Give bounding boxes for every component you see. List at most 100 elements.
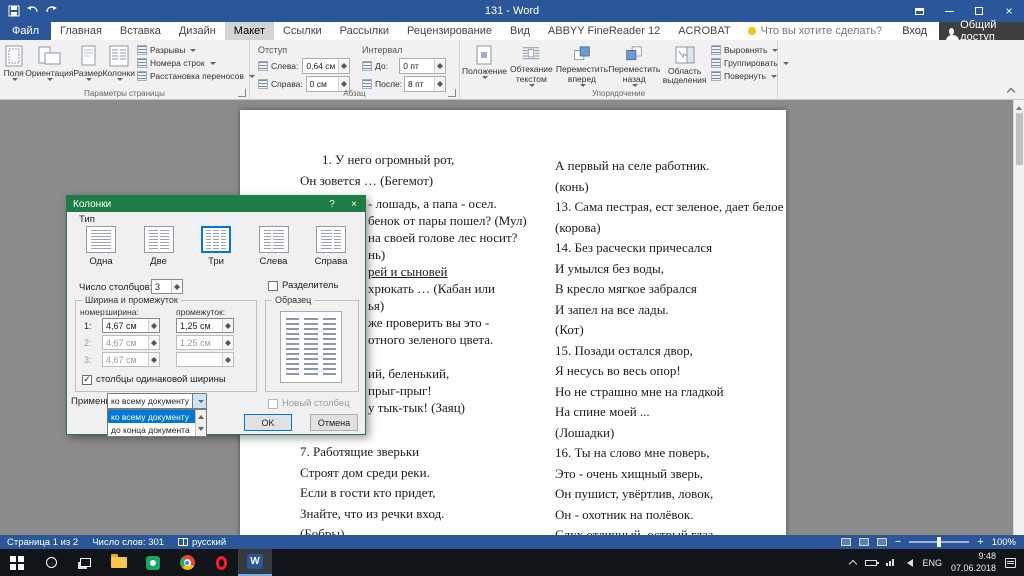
task-view-button[interactable] — [68, 549, 102, 576]
stepper-icon[interactable] — [148, 319, 159, 332]
web-layout-icon[interactable] — [877, 538, 887, 546]
document-text-line: (Бобры) — [300, 524, 500, 535]
undo-icon[interactable] — [26, 5, 39, 17]
zoom-slider[interactable] — [909, 541, 969, 543]
stepper-icon[interactable] — [338, 59, 349, 73]
start-button[interactable] — [0, 549, 34, 576]
tab-design[interactable]: Дизайн — [170, 22, 225, 40]
combobox-arrow-button[interactable] — [192, 394, 206, 408]
document-text-line: бенок от пары пошел? (Мул) — [368, 212, 500, 229]
margins-button[interactable]: Поля — [2, 43, 25, 87]
stepper-icon[interactable] — [171, 280, 182, 293]
position-button[interactable]: Положение — [462, 43, 507, 87]
size-button[interactable]: Размер — [73, 43, 102, 87]
document-column-right: А первый на селе работник.(конь)13. Сама… — [555, 156, 786, 535]
read-mode-icon[interactable] — [841, 538, 851, 546]
type-option-left[interactable]: Слева — [250, 226, 298, 267]
columns-button[interactable]: Колонки — [103, 43, 135, 87]
breaks-button[interactable]: Разрывы — [137, 45, 245, 55]
clock[interactable]: 9:4807.06.2018 — [951, 551, 996, 574]
app-button-green[interactable] — [136, 549, 170, 576]
indent-left-input[interactable]: 0,64 см — [302, 58, 350, 74]
tab-file[interactable]: Файл — [0, 22, 51, 40]
group-button[interactable]: Группировать — [711, 58, 773, 68]
tab-references[interactable]: Ссылки — [274, 22, 331, 40]
tab-view[interactable]: Вид — [501, 22, 539, 40]
selection-pane-button[interactable]: Область выделения — [660, 43, 709, 87]
type-option-three[interactable]: Три — [192, 226, 240, 267]
right-narrow-icon — [316, 226, 346, 253]
scroll-up-icon[interactable] — [1016, 103, 1022, 110]
send-backward-button[interactable]: Переместить назад — [608, 43, 660, 87]
dropdown-option-to-end[interactable]: до конца документа — [108, 423, 195, 436]
proofing-status[interactable]: русский — [171, 537, 233, 548]
dialog-close-button[interactable]: × — [343, 196, 365, 212]
ok-button[interactable]: OK — [244, 414, 292, 431]
equal-width-checkbox[interactable]: ✓столбцы одинаковой ширины — [82, 374, 226, 385]
zoom-out-button[interactable]: − — [895, 537, 901, 548]
zoom-slider-handle[interactable] — [937, 537, 941, 547]
tab-abbyy[interactable]: ABBYY FineReader 12 — [539, 22, 669, 40]
cortana-search-button[interactable] — [34, 549, 68, 576]
tab-home[interactable]: Главная — [51, 22, 111, 40]
type-option-one[interactable]: Одна — [77, 226, 125, 267]
tab-review[interactable]: Рецензирование — [398, 22, 501, 40]
network-icon[interactable] — [886, 559, 894, 566]
sign-in-button[interactable]: Вход — [890, 22, 939, 40]
zoom-in-button[interactable]: + — [977, 537, 983, 548]
scroll-down-icon[interactable] — [198, 427, 204, 434]
group-label-paragraph: Абзац — [250, 89, 459, 98]
type-option-right[interactable]: Справа — [307, 226, 355, 267]
battery-icon[interactable] — [865, 560, 877, 566]
stepper-icon[interactable] — [222, 319, 233, 332]
share-button[interactable]: Общий доступ — [939, 22, 1024, 40]
dialog-launcher-icon[interactable] — [448, 89, 456, 97]
wrap-text-button[interactable]: Обтекание текстом — [507, 43, 556, 87]
bring-forward-button[interactable]: Переместить вперед — [556, 43, 608, 87]
scrollbar-thumb[interactable] — [1016, 113, 1023, 165]
dialog-help-button[interactable]: ? — [321, 196, 343, 212]
row1-gap-input[interactable]: 1,25 см — [176, 318, 234, 333]
spacing-before-input[interactable]: 0 пт — [399, 58, 446, 74]
tab-insert[interactable]: Вставка — [111, 22, 170, 40]
action-center-icon[interactable] — [1005, 558, 1016, 568]
cancel-button[interactable]: Отмена — [310, 414, 358, 431]
separator-checkbox[interactable]: Разделитель — [268, 280, 338, 291]
tab-layout[interactable]: Макет — [225, 22, 274, 40]
rotate-button[interactable]: Повернуть — [711, 71, 773, 81]
orientation-button[interactable]: Ориентация — [25, 43, 73, 87]
save-icon[interactable] — [8, 5, 20, 17]
volume-icon[interactable] — [903, 559, 913, 567]
dialog-launcher-icon[interactable] — [238, 89, 246, 97]
number-of-columns-input[interactable]: 3 — [151, 279, 183, 294]
vertical-scrollbar[interactable] — [1013, 100, 1024, 535]
word-taskbar-button[interactable]: W — [238, 549, 272, 576]
size-label: Размер — [73, 69, 102, 78]
redo-icon[interactable] — [45, 5, 58, 17]
align-button[interactable]: Выровнять — [711, 45, 773, 55]
zoom-level[interactable]: 100% — [992, 537, 1016, 548]
opera-button[interactable] — [204, 549, 238, 576]
line-numbers-button[interactable]: Номера строк — [137, 58, 245, 68]
show-hidden-icons-chevron[interactable] — [849, 560, 857, 568]
tab-acrobat[interactable]: ACROBAT — [669, 22, 739, 40]
tab-mailings[interactable]: Рассылки — [331, 22, 398, 40]
ribbon-display-options-button[interactable] — [904, 0, 934, 22]
dropdown-option-whole-document[interactable]: ко всему документу — [108, 410, 195, 423]
scroll-up-icon[interactable] — [198, 412, 204, 419]
chrome-button[interactable] — [170, 549, 204, 576]
row1-width-input[interactable]: 4,67 см — [102, 318, 160, 333]
page-count[interactable]: Страница 1 из 2 — [0, 537, 85, 548]
collapse-ribbon-icon[interactable] — [1007, 88, 1015, 96]
word-count[interactable]: Число слов: 301 — [85, 537, 171, 548]
hyphenation-button[interactable]: Расстановка переносов — [137, 71, 245, 81]
file-explorer-button[interactable] — [102, 549, 136, 576]
input-language-indicator[interactable]: ENG — [922, 558, 942, 568]
apply-to-combobox[interactable]: ко всему документу — [107, 393, 207, 409]
dropdown-scrollbar[interactable] — [195, 410, 206, 436]
dialog-title-bar[interactable]: Колонки ? × — [67, 196, 365, 212]
type-option-two[interactable]: Две — [135, 226, 183, 267]
print-layout-icon[interactable] — [859, 538, 869, 546]
tell-me-box[interactable]: Что вы хотите сделать? — [740, 22, 891, 40]
stepper-icon[interactable] — [434, 59, 445, 73]
